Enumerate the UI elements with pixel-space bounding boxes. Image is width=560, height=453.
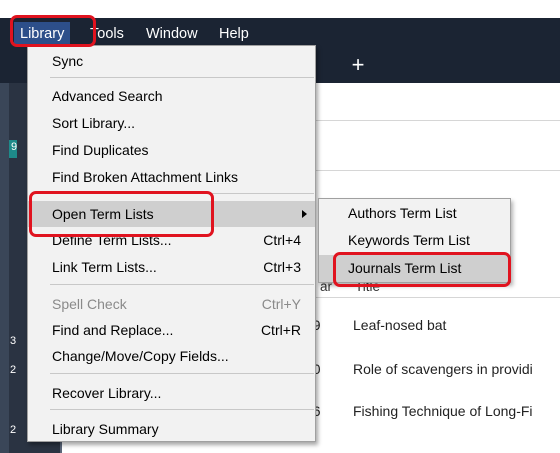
caption-strip bbox=[0, 0, 560, 18]
menu-separator bbox=[50, 409, 314, 410]
menu-item-label: Sync bbox=[52, 53, 84, 69]
submenu-arrow-icon bbox=[302, 210, 307, 218]
row-title[interactable]: Role of scavengers in providi bbox=[353, 361, 560, 377]
menu-separator bbox=[50, 284, 314, 285]
menu-item-sort-library[interactable]: Sort Library... bbox=[28, 110, 315, 136]
new-tab-button[interactable]: + bbox=[346, 52, 370, 78]
header-divider bbox=[316, 297, 560, 298]
menu-separator bbox=[50, 77, 314, 78]
library-menu: Sync Advanced Search Sort Library... Fin… bbox=[27, 45, 316, 442]
term-lists-submenu: Authors Term List Keywords Term List Jou… bbox=[318, 198, 511, 283]
submenu-item-journals[interactable]: Journals Term List bbox=[319, 255, 510, 282]
menu-item-label: Find Duplicates bbox=[52, 142, 149, 158]
side-count: 2 bbox=[10, 424, 17, 436]
shortcut-label: Ctrl+4 bbox=[263, 232, 301, 248]
row-title[interactable]: Leaf-nosed bat bbox=[353, 317, 560, 333]
menu-tools[interactable]: Tools bbox=[84, 22, 130, 46]
menu-item-recover-library[interactable]: Recover Library... bbox=[28, 380, 315, 406]
submenu-item-keywords[interactable]: Keywords Term List bbox=[319, 227, 510, 254]
menu-separator bbox=[50, 373, 314, 374]
menu-item-open-term-lists[interactable]: Open Term Lists bbox=[28, 201, 315, 227]
side-count: 9 bbox=[11, 141, 18, 153]
menu-item-label: Find Broken Attachment Links bbox=[52, 169, 238, 185]
toolbar-divider bbox=[316, 170, 560, 171]
menu-item-find-duplicates[interactable]: Find Duplicates bbox=[28, 137, 315, 163]
menu-item-find-and-replace[interactable]: Find and Replace... Ctrl+R bbox=[28, 317, 315, 343]
menu-item-sync[interactable]: Sync bbox=[28, 48, 315, 74]
menu-library[interactable]: Library bbox=[14, 22, 71, 46]
shortcut-label: Ctrl+R bbox=[260, 322, 301, 338]
menu-item-find-broken-links[interactable]: Find Broken Attachment Links bbox=[28, 164, 315, 190]
menu-separator bbox=[50, 193, 314, 194]
menu-item-label: Library Summary bbox=[52, 421, 159, 437]
menu-item-label: Open Term Lists bbox=[52, 206, 154, 222]
submenu-item-authors[interactable]: Authors Term List bbox=[319, 200, 510, 227]
menu-item-link-term-lists[interactable]: Link Term Lists... Ctrl+3 bbox=[28, 254, 315, 280]
shortcut-label: Ctrl+Y bbox=[261, 296, 301, 312]
menu-item-label: Sort Library... bbox=[52, 115, 135, 131]
menu-item-spell-check: Spell Check Ctrl+Y bbox=[28, 291, 315, 317]
menu-window[interactable]: Window bbox=[140, 22, 204, 46]
menu-item-label: Define Term Lists... bbox=[52, 232, 172, 248]
menu-item-library-summary[interactable]: Library Summary bbox=[28, 416, 315, 442]
menu-item-label: Link Term Lists... bbox=[52, 259, 157, 275]
menu-item-define-term-lists[interactable]: Define Term Lists... Ctrl+4 bbox=[28, 227, 315, 253]
row-title[interactable]: Fishing Technique of Long-Fi bbox=[353, 403, 560, 419]
menu-help[interactable]: Help bbox=[213, 22, 255, 46]
tab-strip bbox=[300, 50, 560, 83]
menu-item-label: Find and Replace... bbox=[52, 322, 174, 338]
menu-item-change-fields[interactable]: Change/Move/Copy Fields... bbox=[28, 343, 315, 369]
menu-item-label: Spell Check bbox=[52, 296, 127, 312]
toolbar-divider bbox=[316, 120, 560, 121]
groups-panel-strip bbox=[0, 83, 9, 453]
menu-item-advanced-search[interactable]: Advanced Search bbox=[28, 83, 315, 109]
side-count: 3 bbox=[10, 335, 17, 347]
menu-item-label: Change/Move/Copy Fields... bbox=[52, 348, 229, 364]
menu-item-label: Advanced Search bbox=[52, 88, 163, 104]
side-count: 2 bbox=[10, 364, 17, 376]
menu-item-label: Recover Library... bbox=[52, 385, 162, 401]
shortcut-label: Ctrl+3 bbox=[263, 259, 301, 275]
